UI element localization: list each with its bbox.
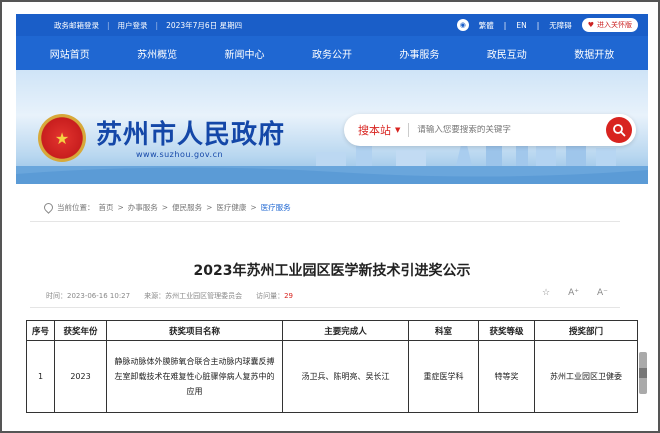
date-text: 2023年7月6日 星期四 xyxy=(166,20,243,30)
award-table: 序号 获奖年份 获奖项目名称 主要完成人 科室 获奖等级 授奖部门 1 2023… xyxy=(26,320,638,413)
column-header: 序号 xyxy=(26,320,55,341)
publish-time: 2023-06-16 10:27 xyxy=(67,292,131,300)
caret-down-icon: ▼ xyxy=(395,126,401,134)
national-emblem-logo: ★ xyxy=(38,114,86,162)
nav-item-gov-affairs[interactable]: 政务公开 xyxy=(306,46,358,61)
table-cell: 汤卫兵、陈明亮、吴长江 xyxy=(282,340,409,413)
breadcrumb-item[interactable]: 办事服务 xyxy=(128,202,158,213)
nav-item-interaction[interactable]: 政民互动 xyxy=(481,46,533,61)
search-box: 搜本站 ▼ xyxy=(344,114,636,146)
utility-bar: 政务邮箱登录 | 用户登录 | 2023年7月6日 星期四 ◉ 繁體 | EN … xyxy=(16,14,648,36)
breadcrumb-separator: > xyxy=(206,203,213,212)
breadcrumb-separator: > xyxy=(161,203,169,212)
column-header: 主要完成人 xyxy=(282,320,409,341)
breadcrumb: 当前位置： 首页 > 办事服务 > 便民服务 > 医疗健康 > 医疗服务 xyxy=(42,201,291,214)
source-label: 来源： xyxy=(144,292,166,300)
column-header: 获奖项目名称 xyxy=(106,320,283,341)
font-increase-button[interactable]: A⁺ xyxy=(568,288,579,298)
divider xyxy=(30,307,620,308)
mail-login-link[interactable]: 政务邮箱登录 xyxy=(46,20,107,31)
nav-item-home[interactable]: 网站首页 xyxy=(44,46,96,61)
divider: | xyxy=(107,20,110,30)
table-row: 1 2023 静脉动脉体外膜肺氧合联合主动脉内球囊反搏左室卸载技术在难复性心脏骤… xyxy=(26,340,638,413)
table-cell: 2023 xyxy=(54,340,107,413)
site-url: www.suzhou.gov.cn xyxy=(136,150,224,159)
main-nav: 网站首页 苏州概览 新闻中心 政务公开 办事服务 政民互动 数据开放 xyxy=(16,36,648,70)
visits-label: 访问量： xyxy=(256,292,285,300)
care-mode-label: 进入关怀版 xyxy=(597,21,632,29)
header-banner: ★ 苏州市人民政府 www.suzhou.gov.cn 搜本站 ▼ xyxy=(16,70,648,184)
side-scrollbar[interactable] xyxy=(639,352,647,394)
divider: | xyxy=(155,20,159,30)
breadcrumb-current[interactable]: 医疗服务 xyxy=(261,202,291,213)
breadcrumb-separator: > xyxy=(117,203,124,212)
english-link[interactable]: EN xyxy=(516,21,526,30)
heart-icon: ♥ xyxy=(587,21,594,29)
source-text: 苏州工业园区管理委员会 xyxy=(165,292,243,300)
breadcrumb-separator: > xyxy=(250,203,257,212)
table-cell: 1 xyxy=(26,340,55,413)
weibo-icon[interactable]: ◉ xyxy=(456,19,469,31)
article-tools: ☆ A⁺ A⁻ xyxy=(542,288,608,298)
nav-item-news[interactable]: 新闻中心 xyxy=(219,46,271,61)
search-icon xyxy=(613,124,626,137)
breadcrumb-item[interactable]: 医疗健康 xyxy=(216,202,246,213)
search-scope-select[interactable]: 搜本站 ▼ xyxy=(344,122,400,138)
favorite-star-icon[interactable]: ☆ xyxy=(542,288,550,298)
browser-frame: 政务邮箱登录 | 用户登录 | 2023年7月6日 星期四 ◉ 繁體 | EN … xyxy=(0,0,660,433)
search-scope-label: 搜本站 xyxy=(358,124,391,137)
font-decrease-button[interactable]: A⁻ xyxy=(597,288,608,298)
breadcrumb-item[interactable]: 便民服务 xyxy=(172,202,202,213)
article-meta: 时间：2023-06-16 10:27 来源：苏州工业园区管理委员会 访问量：2… xyxy=(46,291,293,301)
search-button[interactable] xyxy=(606,117,632,143)
traditional-chinese-link[interactable]: 繁體 xyxy=(479,20,494,31)
table-cell: 静脉动脉体外膜肺氧合联合主动脉内球囊反搏左室卸载技术在难复性心脏骤停病人复苏中的… xyxy=(106,340,283,413)
search-input[interactable] xyxy=(417,125,578,135)
table-cell: 苏州工业园区卫健委 xyxy=(534,340,638,413)
site-title: 苏州市人民政府 xyxy=(96,120,286,150)
divider: | xyxy=(536,20,540,30)
breadcrumb-label: 当前位置： xyxy=(57,203,95,212)
nav-item-open-data[interactable]: 数据开放 xyxy=(568,46,620,61)
table-cell: 特等奖 xyxy=(478,340,535,413)
divider: | xyxy=(503,20,507,30)
user-login-link[interactable]: 用户登录 xyxy=(110,20,156,31)
accessibility-link[interactable]: 无障碍 xyxy=(549,20,572,31)
article-title: 2023年苏州工业园区医学新技术引进奖公示 xyxy=(193,263,471,279)
column-header: 科室 xyxy=(408,320,479,341)
nav-item-overview[interactable]: 苏州概览 xyxy=(131,46,183,61)
scrollbar-thumb[interactable] xyxy=(639,368,647,378)
table-header-row: 序号 获奖年份 获奖项目名称 主要完成人 科室 获奖等级 授奖部门 xyxy=(26,320,638,341)
column-header: 获奖年份 xyxy=(54,320,107,341)
column-header: 获奖等级 xyxy=(478,320,535,341)
divider xyxy=(30,221,620,222)
column-header: 授奖部门 xyxy=(534,320,638,341)
time-label: 时间： xyxy=(46,292,67,300)
table-cell: 重症医学科 xyxy=(408,340,479,413)
care-mode-button[interactable]: ♥ 进入关怀版 xyxy=(581,18,638,32)
breadcrumb-item[interactable]: 首页 xyxy=(99,202,114,213)
nav-item-services[interactable]: 办事服务 xyxy=(393,46,445,61)
location-pin-icon xyxy=(42,201,55,214)
visit-count: 29 xyxy=(284,292,294,300)
divider xyxy=(408,123,410,137)
